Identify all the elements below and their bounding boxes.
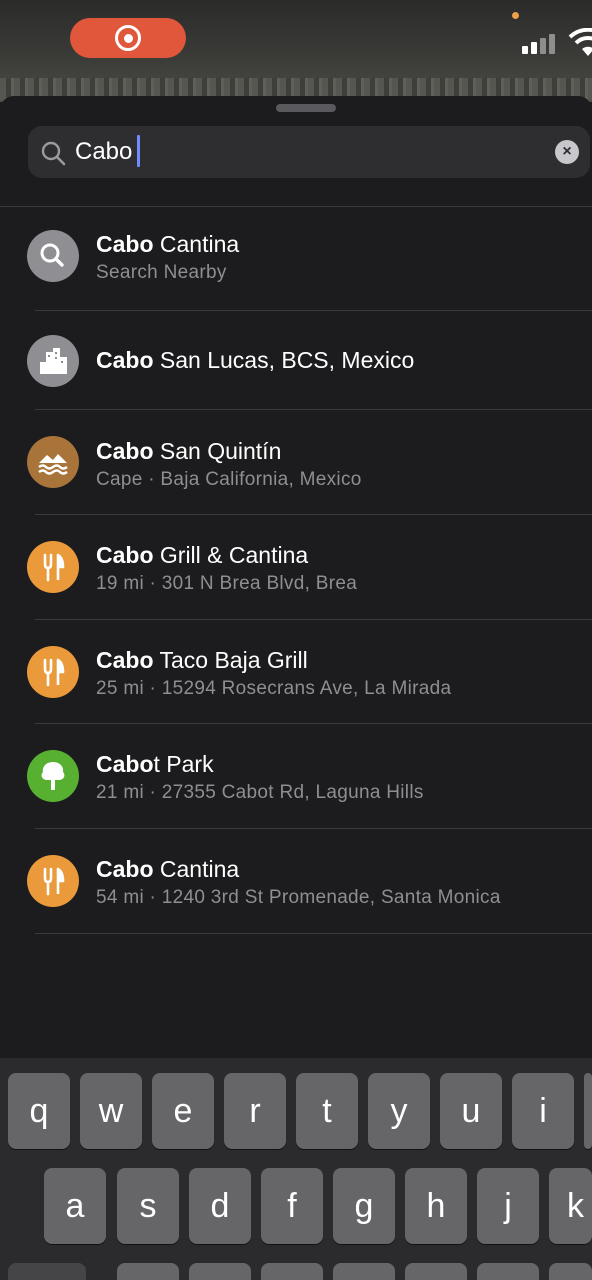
magnifier-icon xyxy=(27,230,79,282)
key-j[interactable]: j xyxy=(477,1168,539,1244)
key-k[interactable]: k xyxy=(549,1168,592,1244)
wifi-icon xyxy=(568,28,592,56)
result-icon-circle xyxy=(27,750,79,802)
key-a[interactable]: a xyxy=(44,1168,106,1244)
result-row[interactable]: Cabo Cantina Search Nearby xyxy=(0,207,592,311)
result-icon-circle xyxy=(27,436,79,488)
keyboard: q w e r t y u i a s d f g h j k xyxy=(0,1058,592,1280)
screen-recording-indicator[interactable] xyxy=(70,18,186,58)
divider xyxy=(35,933,592,934)
key-d[interactable]: d xyxy=(189,1168,251,1244)
result-title: Cabo Cantina xyxy=(96,856,240,882)
key-g[interactable]: g xyxy=(333,1168,395,1244)
text-cursor xyxy=(137,135,140,167)
key-i[interactable]: i xyxy=(512,1073,574,1149)
search-icon xyxy=(41,141,66,166)
result-icon-circle xyxy=(27,335,79,387)
key-z[interactable] xyxy=(117,1263,179,1280)
clear-search-button[interactable]: × xyxy=(555,140,579,164)
result-subtitle: 25 mi · 15294 Rosecrans Ave, La Mirada xyxy=(96,678,452,699)
key-f[interactable]: f xyxy=(261,1168,323,1244)
key-q[interactable]: q xyxy=(8,1073,70,1149)
result-title: Cabo San Quintín xyxy=(96,438,282,464)
key-w[interactable]: w xyxy=(80,1073,142,1149)
search-input[interactable]: Cabo xyxy=(75,135,132,169)
key-t[interactable]: t xyxy=(296,1073,358,1149)
result-title: Cabo Taco Baja Grill xyxy=(96,647,308,673)
result-row[interactable]: Cabo Taco Baja Grill 25 mi · 15294 Rosec… xyxy=(0,620,592,724)
result-subtitle: Cape · Baja California, Mexico xyxy=(96,469,362,490)
tree-icon xyxy=(27,750,79,802)
fork-knife-icon xyxy=(27,646,79,698)
result-row[interactable]: Cabo Grill & Cantina 19 mi · 301 N Brea … xyxy=(0,515,592,620)
result-row[interactable]: Cabo Cantina 54 mi · 1240 3rd St Promena… xyxy=(0,829,592,934)
search-results-list: Cabo Cantina Search Nearby Cabo San Luca… xyxy=(0,207,592,934)
key-h[interactable]: h xyxy=(405,1168,467,1244)
result-row[interactable]: Cabot Park 21 mi · 27355 Cabot Rd, Lagun… xyxy=(0,724,592,829)
key-e[interactable]: e xyxy=(152,1073,214,1149)
result-title: Cabo San Lucas, BCS, Mexico xyxy=(96,347,415,373)
record-icon xyxy=(115,25,141,51)
key-s[interactable]: s xyxy=(117,1168,179,1244)
fork-knife-icon xyxy=(27,541,79,593)
privacy-indicator-dot xyxy=(512,12,519,19)
result-icon-circle xyxy=(27,646,79,698)
key-n[interactable] xyxy=(477,1263,539,1280)
key-c[interactable] xyxy=(261,1263,323,1280)
result-subtitle: 54 mi · 1240 3rd St Promenade, Santa Mon… xyxy=(96,887,501,908)
result-row[interactable]: Cabo San Lucas, BCS, Mexico xyxy=(0,311,592,410)
search-bar[interactable]: Cabo × xyxy=(28,126,590,178)
key-v[interactable] xyxy=(333,1263,395,1280)
cellular-signal-icon xyxy=(522,34,555,54)
key-r[interactable]: r xyxy=(224,1073,286,1149)
result-subtitle: 19 mi · 301 N Brea Blvd, Brea xyxy=(96,573,358,594)
cape-icon xyxy=(27,436,79,488)
fork-knife-icon xyxy=(27,855,79,907)
result-icon-circle xyxy=(27,230,79,282)
key-u[interactable]: u xyxy=(440,1073,502,1149)
result-title: Cabo Cantina xyxy=(96,231,240,257)
city-icon xyxy=(27,335,79,387)
key-m[interactable] xyxy=(549,1263,592,1280)
key-o[interactable] xyxy=(584,1073,592,1149)
result-icon-circle xyxy=(27,541,79,593)
key-b[interactable] xyxy=(405,1263,467,1280)
result-icon-circle xyxy=(27,855,79,907)
status-bar xyxy=(0,0,592,102)
result-subtitle: 21 mi · 27355 Cabot Rd, Laguna Hills xyxy=(96,782,424,803)
result-subtitle: Search Nearby xyxy=(96,262,227,283)
sheet-grabber[interactable] xyxy=(276,104,336,112)
result-title: Cabot Park xyxy=(96,751,214,777)
key-y[interactable]: y xyxy=(368,1073,430,1149)
key-shift[interactable] xyxy=(8,1263,86,1280)
result-row[interactable]: Cabo San Quintín Cape · Baja California,… xyxy=(0,410,592,515)
key-x[interactable] xyxy=(189,1263,251,1280)
result-title: Cabo Grill & Cantina xyxy=(96,542,309,568)
